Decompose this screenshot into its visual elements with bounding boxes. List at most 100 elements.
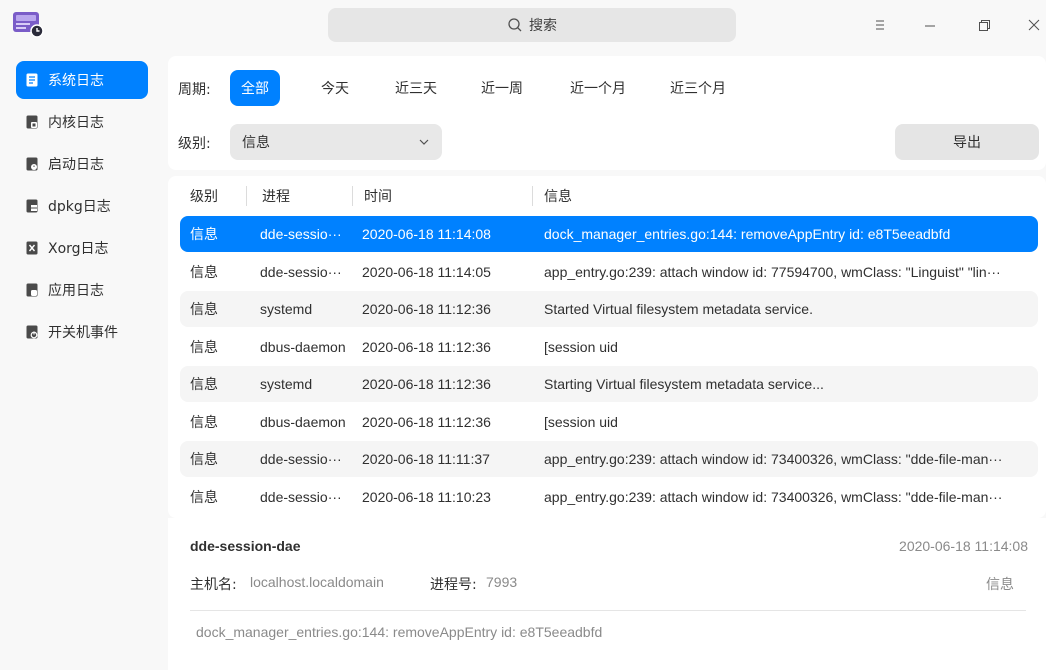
cell-process: dde-sessio··· — [260, 226, 342, 242]
sidebar-item-boot-log[interactable]: 启动日志 — [16, 145, 148, 183]
cell-process: systemd — [260, 301, 313, 317]
cell-time: 2020-06-18 11:12:36 — [362, 413, 491, 430]
period-month-button[interactable]: 近一个月 — [560, 70, 636, 106]
column-divider[interactable] — [246, 186, 247, 206]
cell-level: 信息 — [190, 413, 218, 430]
cell-info: [session uid — [544, 338, 618, 355]
maximize-icon[interactable] — [972, 13, 996, 37]
period-all-button[interactable]: 全部 — [230, 70, 280, 106]
level-select[interactable]: 信息 — [230, 124, 442, 160]
power-event-icon — [26, 325, 38, 339]
cell-process: dbus-daemon — [260, 338, 346, 355]
dpkg-log-icon — [26, 199, 38, 213]
cell-info: app_entry.go:239: attach window id: 7340… — [544, 488, 1003, 505]
system-log-icon — [26, 73, 38, 87]
sidebar-item-power-events[interactable]: 开关机事件 — [16, 313, 148, 351]
cell-level: 信息 — [190, 338, 218, 355]
menu-icon[interactable] — [868, 13, 892, 37]
column-header-info[interactable]: 信息 — [544, 176, 572, 216]
column-header-time[interactable]: 时间 — [364, 176, 392, 216]
sidebar-item-label: dpkg日志 — [48, 199, 111, 215]
column-header-level[interactable]: 级别 — [190, 176, 218, 216]
table-row[interactable]: 信息 dbus-daemon 2020-06-18 11:12:36 [session… — [180, 404, 1038, 440]
cell-time: 2020-06-18 11:12:36 — [362, 338, 491, 355]
cell-level: 信息 — [190, 226, 218, 242]
sidebar-item-xorg-log[interactable]: Xorg日志 — [16, 229, 148, 267]
cell-time: 2020-06-18 11:14:05 — [362, 263, 491, 280]
app-logo-icon[interactable] — [12, 10, 44, 38]
detail-panel: dde-session-dae 2020-06-18 11:14:08 主机名:… — [168, 518, 1046, 670]
level-select-value: 信息 — [242, 135, 270, 151]
detail-time: 2020-06-18 11:14:08 — [899, 538, 1028, 554]
table-row[interactable]: 信息 dde-sessio··· 2020-06-18 11:10:23 app_en… — [180, 479, 1038, 515]
period-today-button[interactable]: 今天 — [310, 70, 360, 106]
detail-process: dde-session-dae — [190, 538, 301, 554]
sidebar-item-dpkg-log[interactable]: dpkg日志 — [16, 187, 148, 225]
cell-process: dde-sessio··· — [260, 263, 342, 280]
table-row[interactable]: 信息 systemd 2020-06-18 11:12:36 Started Virt… — [180, 291, 1038, 327]
table-row[interactable]: 信息 dde-sessio··· 2020-06-18 11:11:37 app_en… — [180, 441, 1038, 477]
level-label: 级别: — [178, 136, 211, 152]
cell-level: 信息 — [190, 451, 218, 467]
table-header: 级别 进程 时间 信息 — [168, 176, 1046, 216]
sidebar-item-system-log[interactable]: 系统日志 — [16, 61, 148, 99]
boot-log-icon — [26, 157, 38, 171]
period-label: 周期: — [178, 82, 211, 98]
close-icon[interactable] — [1022, 13, 1046, 37]
sidebar: 系统日志 内核日志 启动日志 dpkg日志 Xorg日志 应用日志 开关机事件 — [0, 50, 160, 670]
sidebar-item-kernel-log[interactable]: 内核日志 — [16, 103, 148, 141]
main-panel: 周期: 全部 今天 近三天 近一周 近一个月 近三个月 级别: 信息 导出 级别… — [168, 56, 1046, 670]
detail-divider — [190, 610, 1026, 611]
cell-level: 信息 — [190, 488, 218, 505]
filter-panel: 周期: 全部 今天 近三天 近一周 近一个月 近三个月 级别: 信息 导出 — [168, 56, 1046, 170]
detail-host-label: 主机名: — [190, 577, 237, 593]
cell-info: dock_manager_entries.go:144: removeAppEn… — [544, 226, 951, 242]
log-table: 级别 进程 时间 信息 信息 dde-sessio··· 2020-06-18 11… — [168, 176, 1046, 518]
cell-time: 2020-06-18 11:11:37 — [362, 451, 490, 467]
cell-info: app_entry.go:239: attach window id: 7340… — [544, 451, 1003, 467]
search-placeholder: 搜索 — [529, 18, 557, 34]
sidebar-item-label: 内核日志 — [48, 115, 104, 131]
cell-time: 2020-06-18 11:12:36 — [362, 376, 491, 392]
table-row[interactable]: 信息 systemd 2020-06-18 11:12:36 Starting Vir… — [180, 366, 1038, 402]
sidebar-item-label: 系统日志 — [48, 73, 104, 89]
cell-time: 2020-06-18 11:10:23 — [362, 488, 491, 505]
search-icon — [508, 18, 522, 32]
period-3months-button[interactable]: 近三个月 — [660, 70, 736, 106]
cell-level: 信息 — [190, 376, 218, 392]
period-3days-button[interactable]: 近三天 — [386, 70, 446, 106]
sidebar-item-label: 启动日志 — [48, 157, 104, 173]
period-week-button[interactable]: 近一周 — [472, 70, 532, 106]
cell-process: systemd — [260, 376, 313, 392]
column-divider[interactable] — [352, 186, 353, 206]
detail-host-value: localhost.localdomain — [250, 574, 384, 590]
column-header-process[interactable]: 进程 — [262, 176, 290, 216]
export-button[interactable]: 导出 — [895, 124, 1039, 160]
detail-message: dock_manager_entries.go:144: removeAppEn… — [196, 624, 603, 640]
app-log-icon — [26, 283, 38, 297]
sidebar-item-label: Xorg日志 — [48, 241, 109, 257]
xorg-log-icon — [26, 241, 38, 255]
cell-process: dde-sessio··· — [260, 451, 342, 467]
detail-pid-value: 7993 — [486, 574, 518, 590]
cell-info: app_entry.go:239: attach window id: 7759… — [544, 263, 1001, 280]
cell-info: Starting Virtual filesystem metadata ser… — [544, 376, 824, 392]
detail-level: 信息 — [986, 577, 1014, 593]
column-divider[interactable] — [532, 186, 533, 206]
cell-info: Started Virtual filesystem metadata serv… — [544, 301, 813, 317]
sidebar-item-label: 应用日志 — [48, 283, 104, 299]
search-input[interactable]: 搜索 — [328, 8, 736, 42]
kernel-log-icon — [26, 115, 38, 129]
sidebar-item-app-log[interactable]: 应用日志 — [16, 271, 148, 309]
title-bar: 搜索 — [0, 0, 1046, 50]
minimize-icon[interactable] — [918, 13, 942, 37]
chevron-down-icon — [419, 139, 429, 145]
table-row[interactable]: 信息 dde-sessio··· 2020-06-18 11:14:08 dock_m… — [180, 216, 1038, 252]
detail-pid-label: 进程号: — [430, 577, 477, 593]
cell-level: 信息 — [190, 301, 218, 317]
cell-process: dde-sessio··· — [260, 488, 342, 505]
table-row[interactable]: 信息 dbus-daemon 2020-06-18 11:12:36 [session… — [180, 329, 1038, 365]
cell-time: 2020-06-18 11:14:08 — [362, 226, 491, 242]
table-row[interactable]: 信息 dde-sessio··· 2020-06-18 11:14:05 app_en… — [180, 254, 1038, 290]
sidebar-item-label: 开关机事件 — [48, 325, 118, 341]
